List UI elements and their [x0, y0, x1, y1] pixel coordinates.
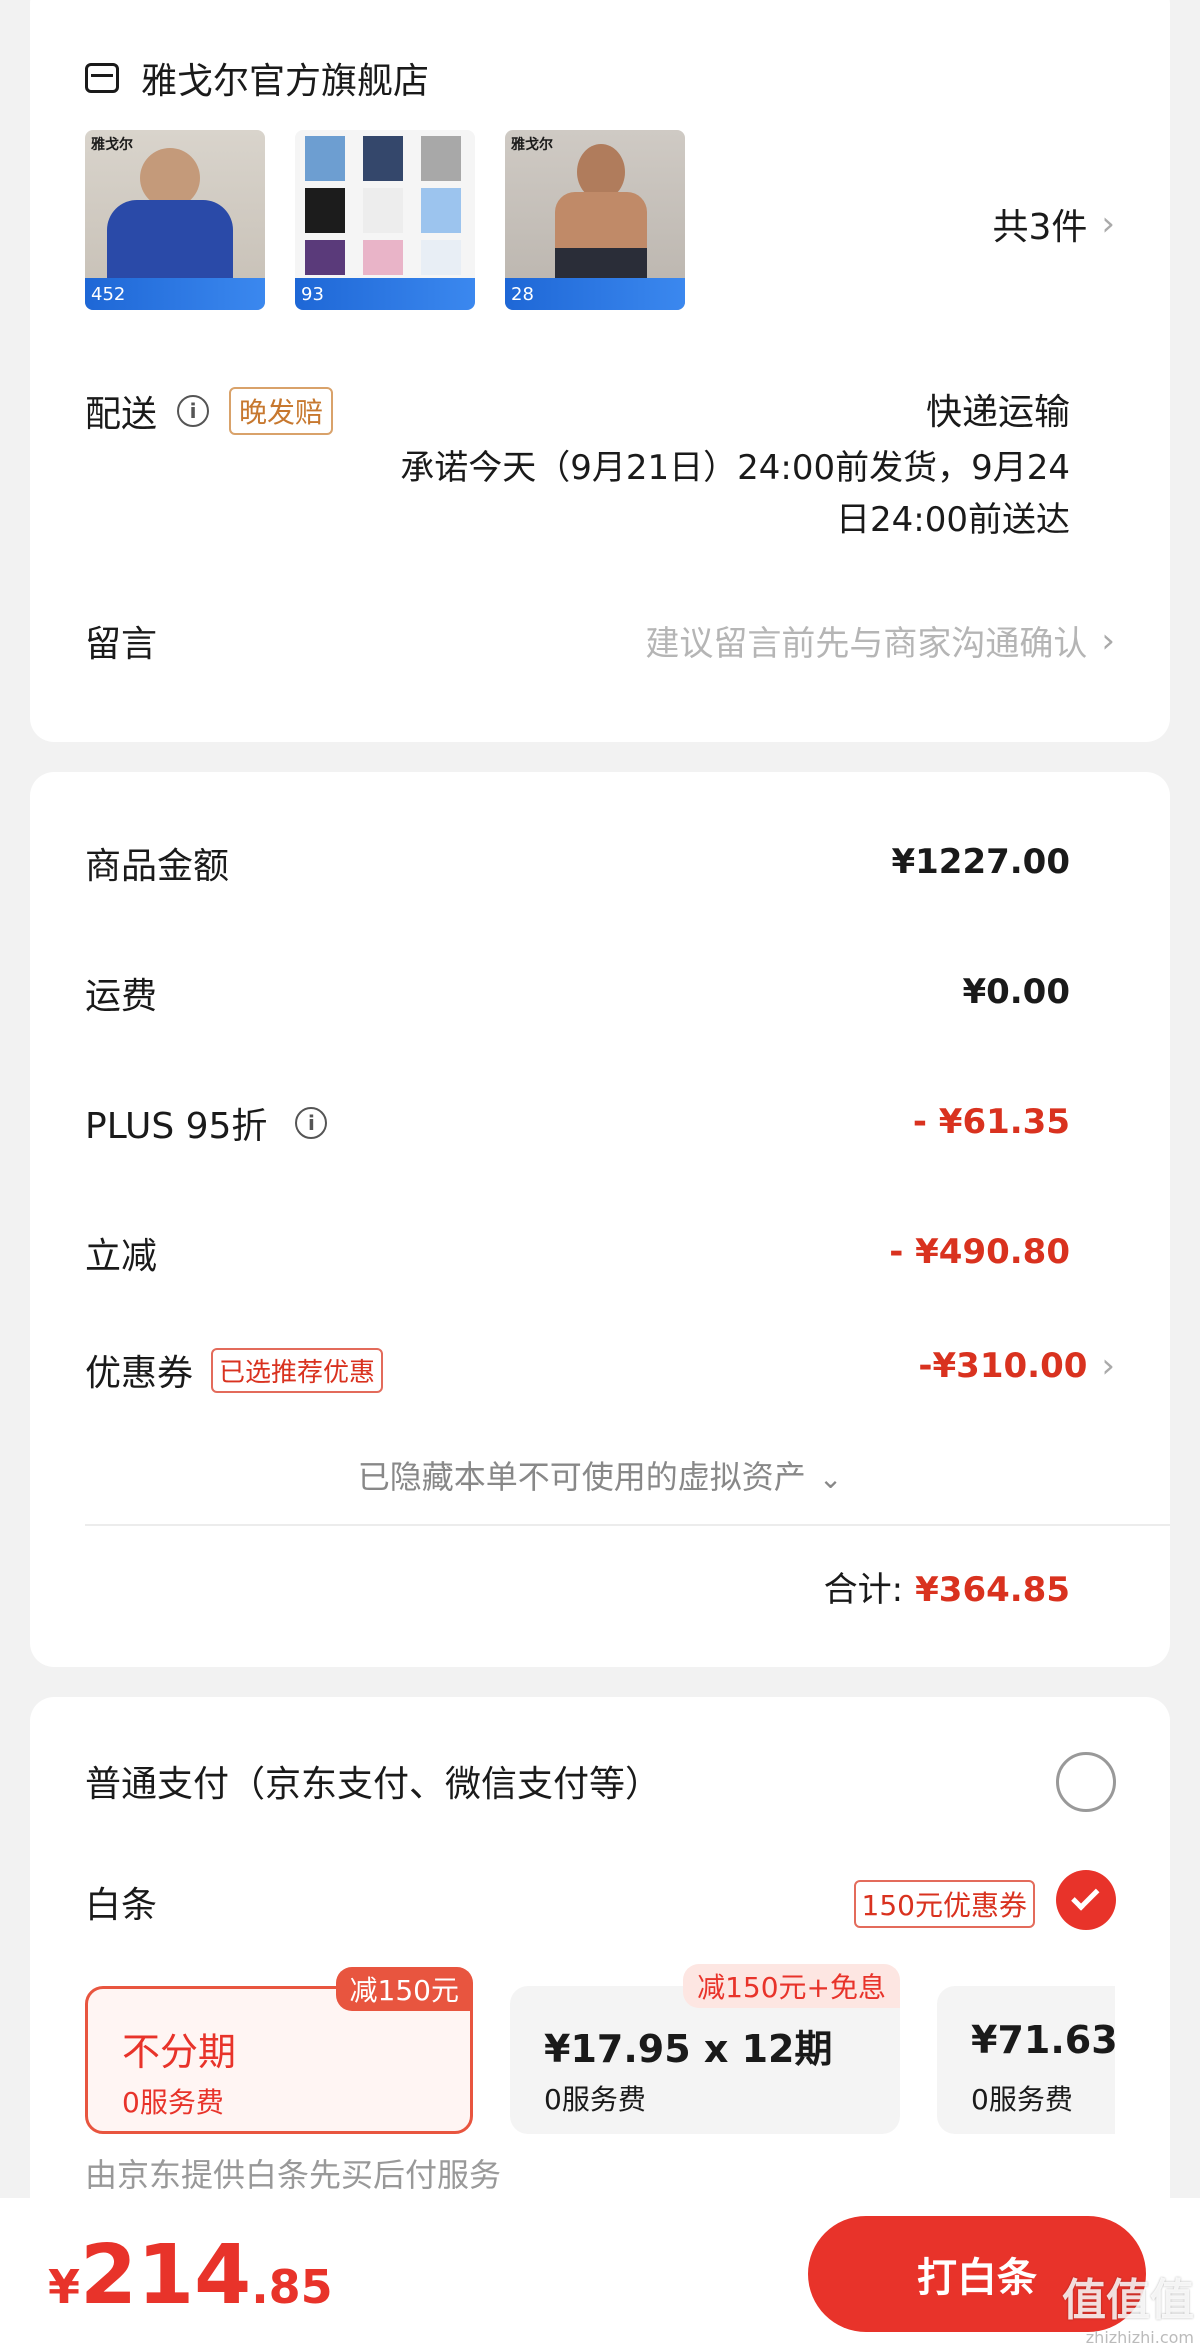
- plus-discount-value: - ¥61.35: [912, 1102, 1070, 1142]
- normal-payment-label: 普通支付（京东支付、微信支付等）: [85, 1764, 662, 1805]
- store-name[interactable]: 雅戈尔官方旗舰店: [141, 52, 429, 104]
- store-card: 雅戈尔官方旗舰店 雅戈尔 452 93 雅戈尔 28 共3件 › 配送 i 晚发…: [30, 0, 1170, 742]
- hidden-assets-note: 已隐藏本单不可使用的虚拟资产: [357, 1458, 806, 1496]
- recommended-coupon-tag: 已选推荐优惠: [211, 1347, 384, 1393]
- item-count-link[interactable]: 共3件 ›: [992, 198, 1115, 250]
- chevron-right-icon: ›: [1101, 620, 1115, 661]
- plus-discount-label: PLUS 95折: [85, 1106, 268, 1147]
- baitiao-coupon-tag: 150元优惠券: [853, 1880, 1035, 1928]
- instant-discount-value: - ¥490.80: [889, 1232, 1070, 1272]
- message-placeholder[interactable]: 建议留言前先与商家沟通确认: [645, 616, 1087, 665]
- total-value: ¥364.85: [915, 1570, 1070, 1610]
- message-label: 留言: [85, 624, 158, 665]
- brand-logo: 雅戈尔: [91, 137, 133, 153]
- late-compensation-tag: 晚发赔: [229, 387, 334, 435]
- installment-option-12[interactable]: 减150元+免息 ¥17.95 x 12期 0服务费: [510, 1964, 900, 2134]
- hidden-assets-toggle[interactable]: 已隐藏本单不可使用的虚拟资产 ⌄: [30, 1452, 1170, 1498]
- installment-option-3[interactable]: ¥71.63 x 0服务费: [937, 1986, 1115, 2134]
- installment-option-full[interactable]: 减150元 不分期 0服务费: [85, 1967, 473, 2134]
- instant-discount-label: 立减: [85, 1236, 158, 1277]
- watermark-logo: 值值值 zhizhizhi.com: [1062, 2275, 1194, 2346]
- total-label: 合计:: [823, 1570, 904, 1610]
- chevron-down-icon: ⌄: [818, 1462, 843, 1495]
- pay-amount: ¥ 214 .85: [48, 2228, 333, 2323]
- installment-fee: 0服务费: [971, 2083, 1073, 2116]
- installment-title: ¥71.63 x: [971, 2018, 1115, 2062]
- info-icon[interactable]: i: [295, 1107, 328, 1139]
- item-count: 共3件: [992, 207, 1088, 248]
- brand-logo: 雅戈尔: [511, 137, 553, 153]
- normal-payment-radio[interactable]: [1056, 1752, 1116, 1812]
- checkmark-icon: [1071, 1882, 1100, 1911]
- delivery-promise-1: 承诺今天（9月21日）24:00前发货，9月24: [400, 448, 1070, 488]
- baitiao-footnote: 由京东提供白条先买后付服务: [85, 2156, 502, 2194]
- goods-amount-value: ¥1227.00: [891, 842, 1070, 882]
- product-thumb-1[interactable]: 雅戈尔 452: [85, 130, 265, 310]
- delivery-label: 配送: [85, 394, 158, 435]
- store-icon: [85, 63, 119, 93]
- delivery-promise-2: 日24:00前送达: [836, 500, 1070, 540]
- shipping-label: 运费: [85, 976, 158, 1017]
- price-summary-card: 商品金额 ¥1227.00 运费 ¥0.00 PLUS 95折 i - ¥61.…: [30, 772, 1170, 1667]
- bottom-bar: ¥ 214 .85 打白条 值值值 zhizhizhi.com: [0, 2198, 1200, 2346]
- goods-amount-label: 商品金额: [85, 846, 230, 887]
- shipping-value: ¥0.00: [962, 972, 1070, 1012]
- chevron-right-icon: ›: [1101, 204, 1115, 244]
- coupon-value: -¥310.00: [918, 1346, 1088, 1386]
- chevron-right-icon: ›: [1101, 1346, 1115, 1386]
- installment-title: 不分期: [122, 2030, 237, 2074]
- divider: [85, 1524, 1170, 1526]
- coupon-label: 优惠券: [85, 1353, 194, 1394]
- delivery-method[interactable]: 快递运输: [926, 383, 1070, 435]
- product-thumb-3[interactable]: 雅戈尔 28: [505, 130, 685, 310]
- product-thumb-2[interactable]: 93: [295, 130, 475, 310]
- baitiao-label: 白条: [85, 1885, 158, 1926]
- installment-fee: 0服务费: [544, 2083, 646, 2116]
- installment-fee: 0服务费: [122, 2086, 224, 2119]
- baitiao-selected-checkbox[interactable]: [1056, 1870, 1116, 1930]
- installment-title: ¥17.95 x 12期: [544, 2027, 833, 2071]
- info-icon[interactable]: i: [177, 395, 210, 427]
- installment-options: 减150元 不分期 0服务费 减150元+免息 ¥17.95 x 12期 0服务…: [85, 1960, 1115, 2150]
